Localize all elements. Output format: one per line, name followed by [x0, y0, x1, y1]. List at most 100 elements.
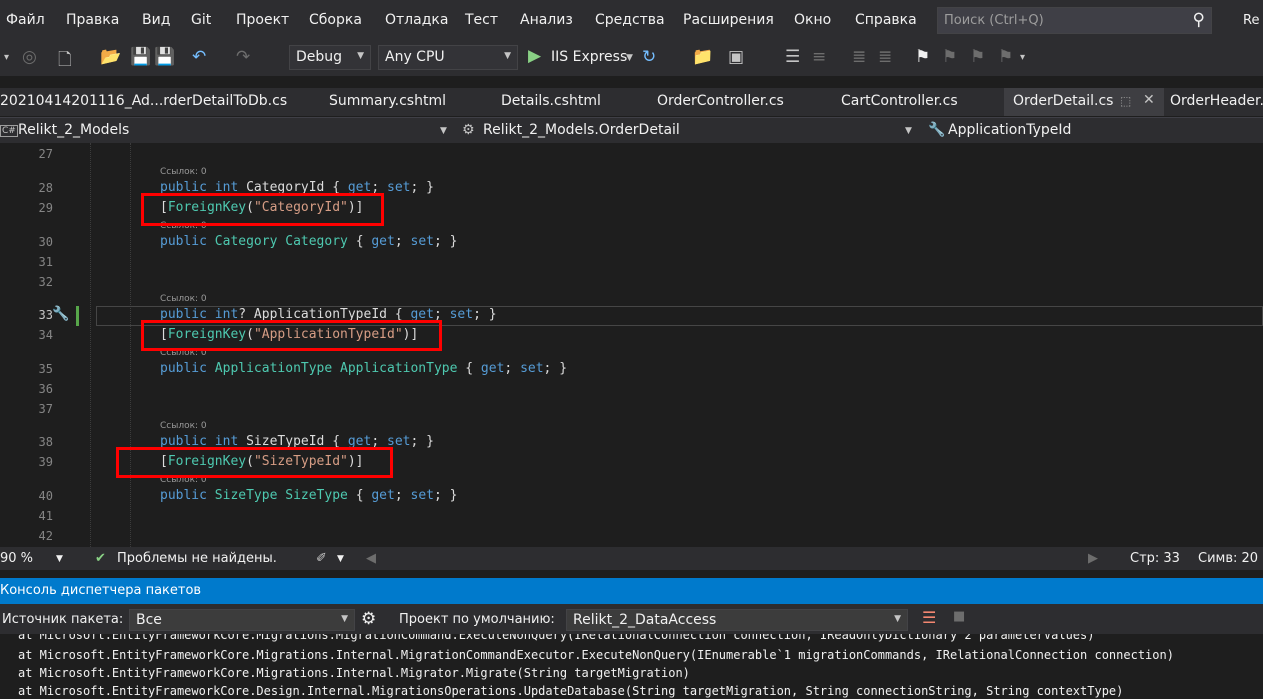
platform-select[interactable]: Any CPU ▼	[378, 45, 518, 70]
class-icon: ⚙	[462, 122, 475, 138]
indent-guide	[130, 143, 132, 547]
save-all-icon[interactable]: 💾	[154, 47, 175, 67]
menu-view[interactable]: Вид	[142, 12, 170, 28]
quick-action-icon[interactable]: 🔧	[52, 306, 69, 322]
console-output[interactable]: at Microsoft.EntityFrameworkCore.Migrati…	[0, 634, 1263, 699]
refresh-icon[interactable]: ↻	[642, 47, 656, 67]
line-number: 38	[38, 435, 53, 449]
browser-link-icon[interactable]: ▣	[728, 47, 744, 67]
tab-order-header[interactable]: OrderHeader.cs	[1170, 93, 1263, 109]
tab-order-controller[interactable]: OrderController.cs	[657, 93, 784, 109]
menu-test[interactable]: Тест	[465, 12, 498, 28]
console-line: at Microsoft.EntityFrameworkCore.Migrati…	[18, 648, 1174, 662]
settings-icon[interactable]: ⚙	[361, 609, 376, 629]
run-dropdown-icon[interactable]: ▼	[626, 53, 633, 63]
configuration-value: Debug	[296, 49, 343, 65]
code-line: public ApplicationType ApplicationType {…	[160, 361, 568, 376]
chevron-down-icon[interactable]: ▼	[440, 126, 447, 136]
tab-order-detail[interactable]: OrderDetail.cs	[1013, 93, 1113, 109]
scroll-right-icon[interactable]: ▶	[1088, 551, 1098, 566]
tab-migration[interactable]: 20210414201116_Ad...rderDetailToDb.cs	[0, 93, 287, 109]
console-line: at Microsoft.EntityFrameworkCore.Migrati…	[18, 634, 1095, 642]
prev-bookmark-icon[interactable]: ⚑	[942, 47, 957, 67]
code-editor[interactable]: 🔧 27 28 29 30 31 32 33 34 35 36 37 38 39…	[0, 143, 1263, 547]
menu-extensions[interactable]: Расширения	[683, 12, 774, 28]
pin-icon[interactable]: ⬚	[1120, 94, 1131, 108]
window-title-fragment: Re	[1243, 13, 1260, 28]
package-source-label: Источник пакета:	[2, 612, 124, 627]
search-box[interactable]: Поиск (Ctrl+Q) ⚲	[937, 7, 1212, 34]
line-number: 40	[38, 489, 53, 503]
nav-project[interactable]: Relikt_2_Models	[18, 122, 129, 138]
menu-project[interactable]: Проект	[236, 12, 289, 28]
code-line: public SizeType SizeType { get; set; }	[160, 488, 458, 503]
codelens-references[interactable]: Ссылок: 0	[160, 294, 207, 304]
menu-tools[interactable]: Средства	[595, 12, 665, 28]
default-project-select[interactable]: Relikt_2_DataAccess ▼	[566, 609, 908, 631]
codelens-references[interactable]: Ссылок: 0	[160, 167, 207, 177]
menu-file[interactable]: Файл	[6, 12, 45, 28]
issues-status[interactable]: Проблемы не найдены.	[117, 551, 277, 566]
brush-icon[interactable]: ✐	[316, 551, 327, 566]
codelens-references[interactable]: Ссылок: 0	[160, 421, 207, 431]
menu-build[interactable]: Сборка	[309, 12, 362, 28]
search-icon[interactable]: ⚲	[1193, 10, 1205, 30]
zoom-level[interactable]: 90 %	[0, 551, 33, 566]
next-bookmark-icon[interactable]: ⚑	[970, 47, 985, 67]
package-source-select[interactable]: Все ▼	[129, 609, 355, 631]
line-number: 37	[38, 402, 53, 416]
line-number: 41	[38, 509, 53, 523]
comment-icon[interactable]: ≣	[852, 47, 866, 67]
forward-icon[interactable]: ◎	[22, 47, 37, 67]
menu-edit[interactable]: Правка	[66, 12, 119, 28]
panel-title: Консоль диспетчера пакетов	[0, 583, 202, 598]
package-manager-console-title: Консоль диспетчера пакетов	[0, 578, 1263, 604]
console-line: at Microsoft.EntityFrameworkCore.Design.…	[18, 684, 1124, 698]
chevron-down-icon[interactable]: ▼	[905, 126, 912, 136]
run-target-label[interactable]: IIS Express	[551, 49, 627, 65]
redo-icon[interactable]: ↷	[236, 47, 250, 67]
nav-member[interactable]: ApplicationTypeId	[948, 122, 1071, 138]
run-icon[interactable]: ▶	[528, 46, 541, 66]
stop-icon[interactable]: ■	[953, 609, 965, 624]
line-number: 31	[38, 255, 53, 269]
undo-icon[interactable]: ↶	[192, 47, 206, 67]
open-folder-icon[interactable]: 📂	[100, 47, 121, 67]
clear-console-icon[interactable]: ☰	[922, 608, 936, 627]
toolbar-overflow-icon[interactable]: ▾	[1020, 52, 1025, 63]
menu-debug[interactable]: Отладка	[385, 12, 448, 28]
back-dropdown-icon[interactable]: ▾	[4, 52, 9, 63]
folder-find-icon[interactable]: 📁	[692, 47, 713, 67]
configuration-select[interactable]: Debug ▼	[289, 45, 371, 70]
menu-git[interactable]: Git	[191, 12, 211, 28]
menu-analyze[interactable]: Анализ	[520, 12, 573, 28]
menu-window[interactable]: Окно	[794, 12, 831, 28]
close-tab-icon[interactable]: ✕	[1143, 92, 1155, 108]
nav-type[interactable]: Relikt_2_Models.OrderDetail	[483, 122, 680, 138]
save-icon[interactable]: 💾	[130, 47, 151, 67]
new-project-icon[interactable]: 🗋	[58, 47, 72, 76]
chevron-down-icon[interactable]: ▼	[337, 554, 344, 564]
menu-help[interactable]: Справка	[855, 12, 917, 28]
uncomment-icon[interactable]: ≣	[878, 47, 892, 67]
line-number: 36	[38, 382, 53, 396]
chevron-down-icon: ▼	[894, 614, 901, 624]
tab-cart-controller[interactable]: CartController.cs	[841, 93, 958, 109]
chevron-down-icon: ▼	[357, 51, 364, 61]
package-manager-console-toolbar: Источник пакета: Все ▼ ⚙ Проект по умолч…	[0, 604, 1263, 634]
change-marker	[76, 306, 79, 326]
step-icon[interactable]: ☰	[785, 47, 800, 67]
chevron-down-icon[interactable]: ▼	[56, 554, 63, 564]
scroll-left-icon[interactable]: ◀	[366, 551, 376, 566]
platform-value: Any CPU	[385, 49, 445, 65]
step-over-icon[interactable]: ≡	[812, 47, 826, 67]
bookmark-icon[interactable]: ⚑	[915, 47, 930, 67]
menu-bar: Файл Правка Вид Git Проект Сборка Отладк…	[0, 0, 1263, 40]
clear-bookmarks-icon[interactable]: ⚑	[998, 47, 1013, 67]
tab-summary[interactable]: Summary.cshtml	[329, 93, 446, 109]
tab-details[interactable]: Details.cshtml	[501, 93, 601, 109]
line-number: 27	[38, 147, 53, 161]
line-number: 28	[38, 181, 53, 195]
cursor-column: Симв: 20	[1198, 551, 1259, 566]
search-placeholder: Поиск (Ctrl+Q)	[944, 13, 1044, 28]
